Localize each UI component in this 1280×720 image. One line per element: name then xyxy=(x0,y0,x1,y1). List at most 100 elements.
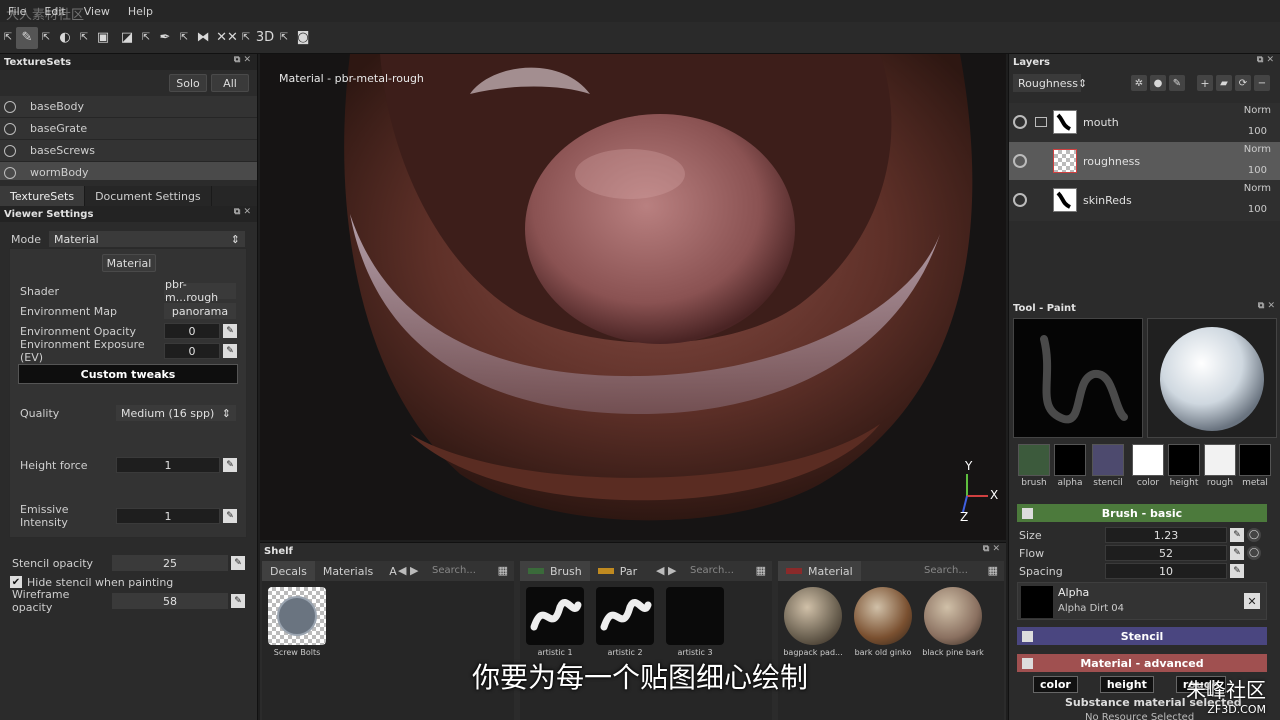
shelf-search-mid[interactable]: Search... xyxy=(690,565,734,576)
viewport-3d[interactable]: Material - pbr-metal-rough Y X Z xyxy=(260,54,1006,540)
export-icon[interactable]: ⇱ xyxy=(240,27,252,49)
visibility-radio-icon[interactable] xyxy=(4,144,16,157)
stamp-icon[interactable]: ◪ xyxy=(116,27,138,49)
delete-layer-icon[interactable]: − xyxy=(1254,75,1270,91)
shelf-search-right[interactable]: Search... xyxy=(924,565,968,576)
pen-icon[interactable]: ✎ xyxy=(1230,546,1244,560)
hide-stencil-checkbox[interactable]: ✔ xyxy=(10,576,22,588)
export-icon[interactable]: ⇱ xyxy=(278,27,290,49)
pressure-icon[interactable]: ◯ xyxy=(1247,546,1261,560)
brush-basic-section[interactable]: Brush - basic xyxy=(1017,504,1267,522)
layer-blend-mode[interactable]: Norm xyxy=(1244,144,1271,155)
wireframe-slider[interactable]: 58 xyxy=(112,593,228,609)
tab-document-settings[interactable]: Document Settings xyxy=(85,186,212,206)
brush-icon[interactable]: ✎ xyxy=(16,26,38,49)
channel-color[interactable]: color xyxy=(1131,444,1165,492)
layer-row[interactable]: mouth Norm 100 xyxy=(1009,103,1280,141)
material-item[interactable]: black pine bark xyxy=(918,587,988,657)
visibility-eye-icon[interactable] xyxy=(1013,154,1027,168)
visibility-radio-icon[interactable] xyxy=(4,100,16,113)
pen-icon[interactable]: ✎ xyxy=(1230,528,1244,542)
envexp-field[interactable]: 0 xyxy=(164,343,220,359)
layer-effects-icon[interactable]: ✲ xyxy=(1131,75,1147,91)
panel-controls-icon[interactable]: ⧉ ✕ xyxy=(234,207,251,217)
export-icon[interactable]: ⇱ xyxy=(2,27,14,49)
textureset-row[interactable]: baseGrate xyxy=(0,118,257,140)
custom-tweaks-button[interactable]: Custom tweaks xyxy=(18,364,238,384)
export-icon[interactable]: ⇱ xyxy=(78,27,90,49)
material-item[interactable]: bark old ginko xyxy=(848,587,918,657)
image-icon[interactable]: ▣ xyxy=(92,27,114,49)
size-slider[interactable]: 1.23 xyxy=(1105,527,1227,543)
channel-stencil[interactable]: stencil xyxy=(1091,444,1125,492)
visibility-radio-icon[interactable] xyxy=(4,122,16,135)
folder-icon[interactable] xyxy=(1035,117,1047,127)
panel-controls-icon[interactable]: ⧉ ✕ xyxy=(1258,301,1275,311)
grid-view-icon[interactable]: ▦ xyxy=(756,564,766,577)
pen-icon[interactable]: ✎ xyxy=(231,594,245,608)
channel-height[interactable]: height xyxy=(1167,444,1201,492)
add-layer-icon[interactable]: + xyxy=(1197,75,1213,91)
grid-view-icon[interactable]: ▦ xyxy=(988,564,998,577)
solo-button[interactable]: Solo xyxy=(169,74,207,92)
stencil-opacity-slider[interactable]: 25 xyxy=(112,555,228,571)
spacing-slider[interactable]: 10 xyxy=(1105,563,1227,579)
channel-brush[interactable]: brush xyxy=(1017,444,1051,492)
export-icon[interactable]: ⇱ xyxy=(178,27,190,49)
pen-icon[interactable]: ✎ xyxy=(1230,564,1244,578)
visibility-radio-icon[interactable] xyxy=(4,166,16,179)
pen-icon[interactable]: ✎ xyxy=(223,324,237,338)
textureset-row[interactable]: baseScrews xyxy=(0,140,257,162)
emissive-slider[interactable]: 1 xyxy=(116,508,220,524)
layer-mask-icon[interactable]: ● xyxy=(1150,75,1166,91)
panel-controls-icon[interactable]: ⧉ ✕ xyxy=(234,55,251,65)
layer-row[interactable]: roughness Norm 100 xyxy=(1009,142,1280,180)
tab-scroll-arrows-icon[interactable]: ◀ ▶ xyxy=(398,564,418,577)
camera-icon[interactable]: ◙ xyxy=(292,27,314,49)
all-button[interactable]: All xyxy=(211,74,249,92)
tab-par[interactable]: Par xyxy=(590,561,645,581)
grid-view-icon[interactable]: ▦ xyxy=(498,564,508,577)
duplicate-layer-icon[interactable]: ⟳ xyxy=(1235,75,1251,91)
channel-metal[interactable]: metal xyxy=(1238,444,1272,492)
tab-decals[interactable]: Decals xyxy=(262,561,315,581)
quality-select[interactable]: Medium (16 spp) ⇕ xyxy=(116,405,236,421)
mode-select[interactable]: Material ⇕ xyxy=(49,231,245,247)
panel-controls-icon[interactable]: ⧉ ✕ xyxy=(983,544,1000,554)
export-icon[interactable]: ⇱ xyxy=(140,27,152,49)
envmap-field[interactable]: panorama xyxy=(164,303,236,319)
close-icon[interactable]: ✕ xyxy=(1244,593,1260,609)
tab-texturesets[interactable]: TextureSets xyxy=(0,186,86,206)
material-button[interactable]: Material xyxy=(102,254,156,272)
menu-help[interactable]: Help xyxy=(120,5,163,18)
shader-field[interactable]: pbr-m...rough xyxy=(164,278,236,304)
textureset-row[interactable]: wormBody xyxy=(0,162,257,180)
layer-opacity[interactable]: 100 xyxy=(1248,126,1267,137)
pen-icon[interactable]: ✎ xyxy=(223,344,237,358)
layer-opacity[interactable]: 100 xyxy=(1248,165,1267,176)
export-icon[interactable]: ⇱ xyxy=(40,27,52,49)
brush-item[interactable]: artistic 2 xyxy=(590,587,660,657)
brush-item[interactable]: artistic 1 xyxy=(520,587,590,657)
pen-icon[interactable]: ✎ xyxy=(223,509,237,523)
visibility-eye-icon[interactable] xyxy=(1013,193,1027,207)
alpha-slot[interactable]: Alpha Alpha Dirt 04 ✕ xyxy=(1017,582,1267,620)
layer-row[interactable]: skinReds Norm 100 xyxy=(1009,181,1280,219)
stencil-section[interactable]: Stencil xyxy=(1017,627,1267,645)
add-folder-icon[interactable]: ▰ xyxy=(1216,75,1232,91)
envop-field[interactable]: 0 xyxy=(164,323,220,339)
3d-icon[interactable]: 3D xyxy=(254,27,276,49)
section-toggle[interactable] xyxy=(1022,630,1033,642)
layer-channel-select[interactable]: Roughness ⇕ xyxy=(1013,74,1087,92)
xx-icon[interactable]: ✕✕ xyxy=(216,27,238,49)
layer-paint-icon[interactable]: ✎ xyxy=(1169,75,1185,91)
pen-icon[interactable]: ✎ xyxy=(223,458,237,472)
material-item[interactable]: bagpack pad... xyxy=(778,587,848,657)
tab-materials[interactable]: Materials xyxy=(315,561,381,581)
symmetry-icon[interactable]: ⧓ xyxy=(192,27,214,49)
textureset-row[interactable]: baseBody xyxy=(0,96,257,118)
tab-scroll-arrows-icon[interactable]: ◀ ▶ xyxy=(656,564,676,577)
brush-item[interactable]: artistic 3 xyxy=(660,587,730,657)
layer-blend-mode[interactable]: Norm xyxy=(1244,105,1271,116)
shelf-item[interactable]: Screw Bolts xyxy=(262,587,332,657)
